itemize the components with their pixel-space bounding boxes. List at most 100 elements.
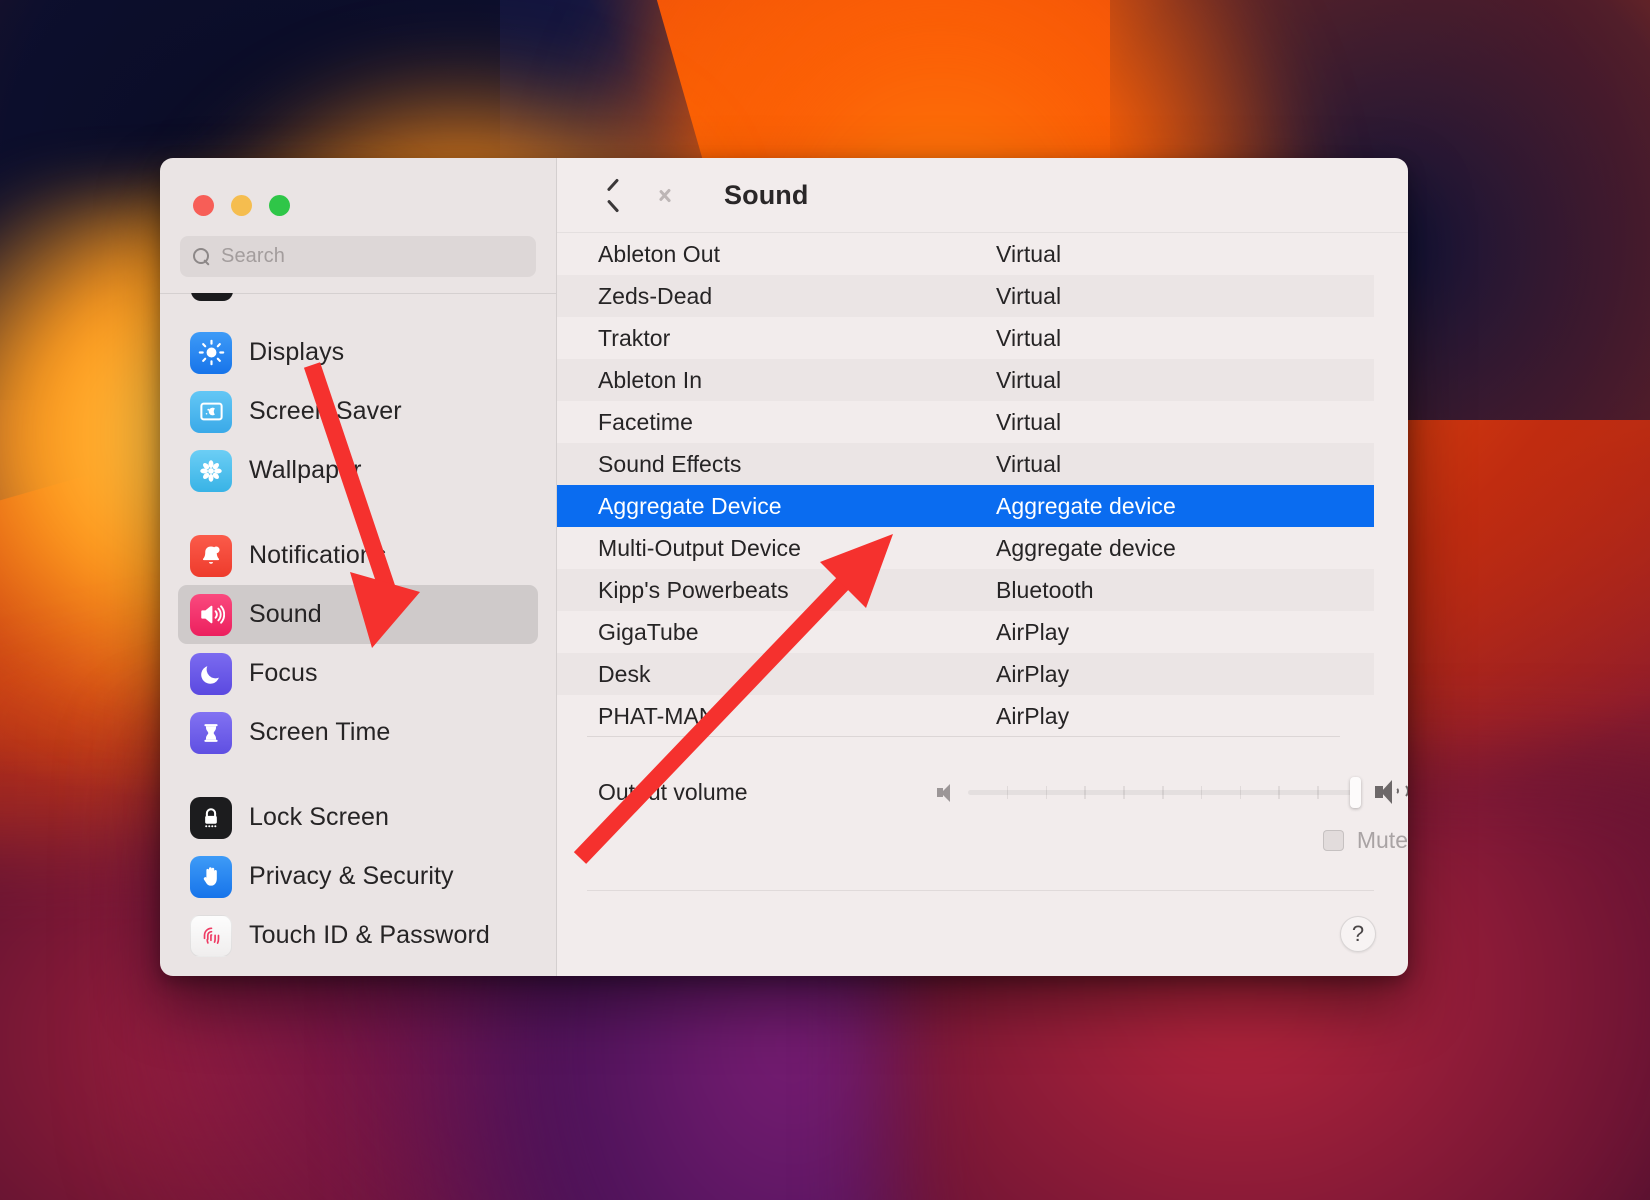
sidebar-item-label: Privacy & Security	[249, 862, 454, 891]
sidebar-item-label: Displays	[249, 338, 344, 367]
zoom-button[interactable]	[269, 195, 290, 216]
device-type: Bluetooth	[996, 577, 1374, 604]
system-settings-window: Search	[160, 158, 1408, 976]
search-icon	[193, 248, 210, 265]
device-name: Ableton In	[557, 367, 996, 394]
device-type: AirPlay	[996, 703, 1374, 730]
sidebar-item-label: Screen Saver	[249, 397, 402, 426]
device-name: Zeds-Dead	[557, 283, 996, 310]
device-name: Traktor	[557, 325, 996, 352]
sidebar-item-focus[interactable]: Focus	[178, 644, 538, 703]
sidebar-item-touch-id-password[interactable]: Touch ID & Password	[178, 906, 538, 965]
back-button[interactable]	[586, 169, 638, 221]
audio-device-table[interactable]: Ableton Out Virtual Zeds-Dead Virtual Tr…	[557, 233, 1374, 737]
device-name: Aggregate Device	[557, 493, 996, 520]
chevron-left-icon	[604, 181, 620, 209]
table-row[interactable]: Multi-Output Device Aggregate device	[557, 527, 1374, 569]
device-name: PHAT-MAN	[557, 703, 996, 730]
device-name: Desk	[557, 661, 996, 688]
speaker-icon	[190, 594, 232, 636]
speaker-min-icon	[935, 782, 956, 803]
search-container: Search	[160, 228, 556, 277]
close-button[interactable]	[193, 195, 214, 216]
table-row-selected[interactable]: Aggregate Device Aggregate device	[557, 485, 1374, 527]
sidebar-item-lock-screen[interactable]: Lock Screen	[178, 788, 538, 847]
table-row[interactable]: GigaTube AirPlay	[557, 611, 1374, 653]
sidebar: Search	[160, 158, 557, 976]
sidebar-group-security: Lock Screen Privacy & Security	[160, 788, 556, 965]
device-type: Virtual	[996, 409, 1374, 436]
sidebar-scroll-area[interactable]: Displays Screen Saver	[160, 293, 556, 976]
sidebar-item-displays[interactable]: Displays	[178, 323, 538, 382]
table-row[interactable]: Kipp's Powerbeats Bluetooth	[557, 569, 1374, 611]
device-type: Virtual	[996, 367, 1374, 394]
mute-checkbox[interactable]	[1323, 830, 1344, 851]
brightness-icon	[190, 332, 232, 374]
output-volume-section: Output volume	[557, 761, 1408, 891]
toolbar: Sound	[557, 158, 1408, 233]
fingerprint-icon	[190, 915, 232, 957]
sidebar-item-label: Screen Time	[249, 718, 390, 747]
table-row[interactable]: Sound Effects Virtual	[557, 443, 1374, 485]
sidebar-list: Displays Screen Saver	[160, 293, 556, 976]
forward-button[interactable]	[638, 169, 690, 221]
sidebar-item-label: Notifications	[249, 541, 386, 570]
sidebar-group-separator	[160, 762, 556, 788]
sidebar-item-label: Focus	[249, 659, 318, 688]
sidebar-item-wallpaper[interactable]: Wallpaper	[178, 441, 538, 500]
device-type: Virtual	[996, 241, 1374, 268]
sidebar-item-label: Lock Screen	[249, 803, 389, 832]
wallpaper-icon	[190, 450, 232, 492]
device-name: Multi-Output Device	[557, 535, 996, 562]
minimize-button[interactable]	[231, 195, 252, 216]
device-name: Ableton Out	[557, 241, 996, 268]
slider-thumb[interactable]	[1350, 777, 1361, 808]
table-row[interactable]: Facetime Virtual	[557, 401, 1374, 443]
page-title: Sound	[724, 180, 808, 211]
screensaver-icon	[190, 391, 232, 433]
sidebar-item-screen-time[interactable]: Screen Time	[178, 703, 538, 762]
table-row[interactable]: Ableton In Virtual	[557, 359, 1374, 401]
moon-icon	[190, 653, 232, 695]
device-type: AirPlay	[996, 661, 1374, 688]
device-name: Facetime	[557, 409, 996, 436]
mute-row: Mute	[557, 827, 1408, 854]
device-type: Aggregate device	[996, 493, 1374, 520]
lock-icon	[190, 797, 232, 839]
sidebar-item-sound[interactable]: Sound	[178, 585, 538, 644]
device-name: GigaTube	[557, 619, 996, 646]
sidebar-item-label: Touch ID & Password	[249, 921, 490, 950]
sidebar-group-system: Notifications	[160, 526, 556, 762]
hand-icon	[190, 856, 232, 898]
bell-icon	[190, 535, 232, 577]
sidebar-item-screen-saver[interactable]: Screen Saver	[178, 382, 538, 441]
table-row[interactable]: Traktor Virtual	[557, 317, 1374, 359]
sidebar-item-notifications[interactable]: Notifications	[178, 526, 538, 585]
search-placeholder: Search	[221, 245, 285, 268]
table-row[interactable]: PHAT-MAN AirPlay	[557, 695, 1374, 737]
slider-track[interactable]	[968, 790, 1356, 795]
device-type: Virtual	[996, 451, 1374, 478]
main-pane: Sound Ableton Out Virtual Zeds-Dead Virt…	[557, 158, 1408, 976]
speaker-max-icon	[1374, 778, 1408, 806]
table-row[interactable]: Zeds-Dead Virtual	[557, 275, 1374, 317]
sidebar-item-label: Wallpaper	[249, 456, 362, 485]
chevron-right-icon	[656, 181, 672, 209]
sidebar-item-partial-above[interactable]	[191, 293, 233, 301]
table-row[interactable]: Ableton Out Virtual	[557, 233, 1374, 275]
sidebar-item-privacy-security[interactable]: Privacy & Security	[178, 847, 538, 906]
table-row[interactable]: Desk AirPlay	[557, 653, 1374, 695]
device-name: Kipp's Powerbeats	[557, 577, 996, 604]
mute-label: Mute	[1357, 827, 1408, 854]
help-button[interactable]: ?	[1340, 916, 1376, 952]
table-bottom-divider	[587, 736, 1340, 737]
sidebar-group-separator	[160, 500, 556, 526]
volume-bottom-divider	[587, 890, 1374, 891]
device-type: Virtual	[996, 325, 1374, 352]
output-volume-slider[interactable]	[935, 775, 1408, 809]
device-type: Aggregate device	[996, 535, 1374, 562]
search-input[interactable]: Search	[180, 236, 536, 277]
device-type: Virtual	[996, 283, 1374, 310]
device-type: AirPlay	[996, 619, 1374, 646]
output-volume-label: Output volume	[557, 779, 935, 806]
